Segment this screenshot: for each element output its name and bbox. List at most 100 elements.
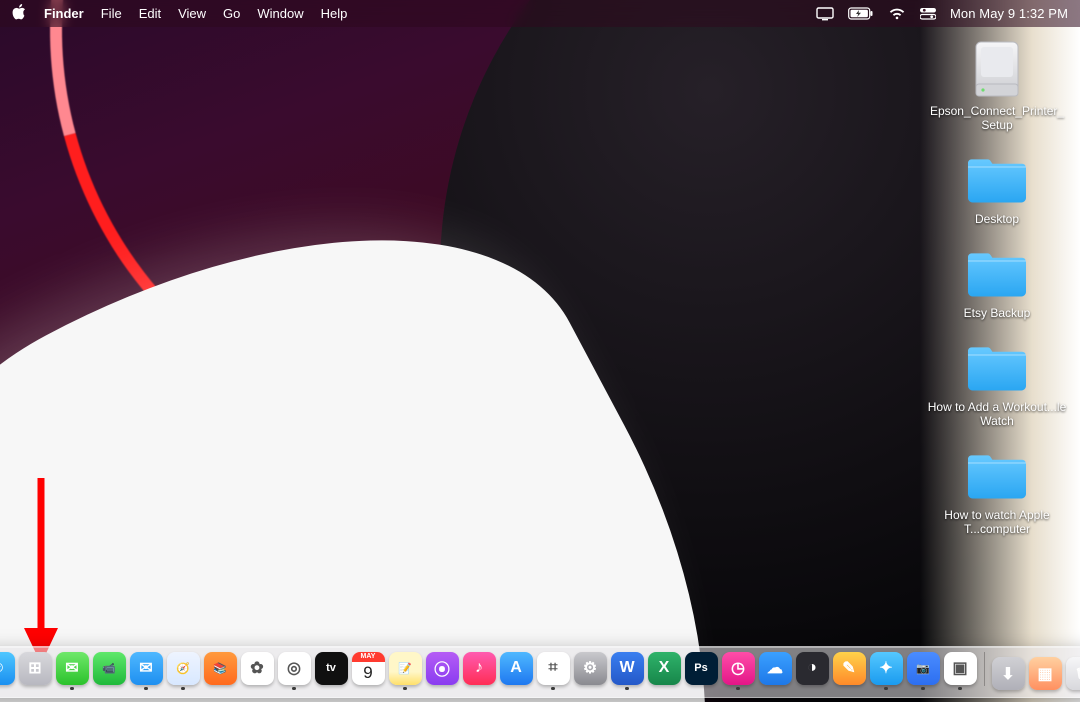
dock-app-photoshop[interactable]: Ps — [685, 652, 718, 691]
desktop-icons-area: Epson_Connect_Printer_Setup Desktop Etsy… — [922, 42, 1072, 536]
word-icon: W — [619, 659, 634, 677]
apple-menu[interactable] — [12, 4, 27, 23]
facetime-icon: 📹 — [102, 662, 116, 675]
dock-app-finder-window[interactable]: ▣ — [944, 652, 977, 691]
downloads-icon: ⬇ — [1001, 664, 1014, 684]
excel-icon: X — [659, 659, 670, 677]
photoshop-icon: Ps — [694, 662, 707, 674]
desktop-item-2[interactable]: Etsy Backup — [922, 244, 1072, 320]
battery-icon[interactable] — [848, 7, 874, 20]
wifi-icon[interactable] — [888, 7, 906, 20]
dock-app-messages[interactable]: ✉ — [56, 652, 89, 691]
podcasts-icon: ⦿ — [434, 656, 450, 680]
menubar-item-file[interactable]: File — [101, 6, 122, 21]
davinci-icon: ◑ — [807, 659, 817, 677]
running-indicator — [292, 687, 296, 691]
dock-app-safari[interactable]: 🧭 — [167, 652, 200, 691]
menubar-item-view[interactable]: View — [178, 6, 206, 21]
running-indicator — [403, 687, 407, 691]
dock-app-timeular[interactable]: ◷ — [722, 652, 755, 691]
desktop-item-label: Etsy Backup — [964, 306, 1031, 320]
appletv-icon: tv — [326, 662, 336, 674]
dock-app-appletv[interactable]: tv — [315, 652, 348, 691]
messages-icon: ✉ — [65, 658, 78, 678]
notes-icon: 📝 — [398, 662, 412, 675]
dock-app-excel[interactable]: X — [648, 652, 681, 691]
running-indicator — [70, 687, 74, 691]
calendar-icon: MAY 9 — [352, 652, 385, 685]
dock-app-zoom[interactable]: 📷 — [907, 652, 940, 691]
dock-app-appstore[interactable]: A — [500, 652, 533, 691]
display-mirror-icon[interactable] — [816, 7, 834, 21]
dock-app-word[interactable]: W — [611, 652, 644, 691]
folder-icon — [962, 338, 1032, 396]
desktop-item-3[interactable]: How to Add a Workout...le Watch — [922, 338, 1072, 428]
control-center-icon[interactable] — [920, 7, 936, 20]
dock-app-facetime[interactable]: 📹 — [93, 652, 126, 691]
running-indicator — [884, 687, 888, 691]
pixelmator-icon: ✎ — [842, 658, 855, 678]
mail-icon: ✉ — [139, 658, 152, 678]
desktop-item-label: Desktop — [975, 212, 1019, 226]
books-icon: 📚 — [213, 662, 227, 675]
chrome-icon: ◎ — [287, 658, 301, 678]
dock-app-safari-tp[interactable]: ✦ — [870, 652, 903, 691]
wallpaper — [0, 0, 1080, 702]
folder-icon — [962, 150, 1032, 208]
appstore-icon: A — [510, 659, 522, 677]
dock-app-downloads[interactable]: ⬇ — [992, 657, 1025, 690]
running-indicator — [551, 687, 555, 691]
dock-app-launchpad[interactable]: ⊞ — [19, 652, 52, 691]
running-indicator — [144, 687, 148, 691]
menubar-item-edit[interactable]: Edit — [139, 6, 161, 21]
dock-app-sysprefs[interactable]: ⚙ — [574, 652, 607, 691]
macos-desktop: Finder File Edit View Go Window Help Mon… — [0, 0, 1080, 702]
safari-icon: 🧭 — [176, 662, 190, 675]
desktop-item-label: How to Add a Workout...le Watch — [927, 400, 1067, 428]
photos-icon: ✿ — [250, 658, 263, 678]
running-indicator — [625, 687, 629, 691]
menubar-clock[interactable]: Mon May 9 1:32 PM — [950, 6, 1068, 21]
dock-app-music[interactable]: ♪ — [463, 652, 496, 691]
menu-bar: Finder File Edit View Go Window Help Mon… — [0, 0, 1080, 27]
dock-app-chrome[interactable]: ◎ — [278, 652, 311, 691]
running-indicator — [736, 687, 740, 691]
dock-app-trash[interactable]: 🗑 — [1066, 657, 1080, 690]
sysprefs-icon: ⚙ — [583, 658, 597, 678]
desktop-item-4[interactable]: How to watch Apple T...computer — [922, 446, 1072, 536]
music-icon: ♪ — [475, 659, 483, 677]
desktop-item-label: How to watch Apple T...computer — [927, 508, 1067, 536]
dock-app-mail[interactable]: ✉ — [130, 652, 163, 691]
dock-app-notes[interactable]: 📝 — [389, 652, 422, 691]
dock-app-slack[interactable]: ⌗ — [537, 652, 570, 691]
dock-app-pixelmator[interactable]: ✎ — [833, 652, 866, 691]
folder-icon — [962, 244, 1032, 302]
dock-separator — [984, 652, 985, 686]
desktop-item-1[interactable]: Desktop — [922, 150, 1072, 226]
dock: ☺ ⊞ ✉ 📹 ✉ 🧭 📚 ✿ ◎ tv MAY 9 📝 ⦿ ♪ A ⌗ ⚙ W… — [0, 646, 1080, 699]
zoom-icon: 📷 — [916, 662, 930, 675]
dock-app-books[interactable]: 📚 — [204, 652, 237, 691]
finder-icon: ☺ — [0, 659, 6, 677]
menubar-item-help[interactable]: Help — [321, 6, 348, 21]
desktop-stack-icon: ▦ — [1037, 664, 1052, 684]
dock-app-davinci[interactable]: ◑ — [796, 652, 829, 691]
running-indicator — [181, 687, 185, 691]
dock-app-finder[interactable]: ☺ — [0, 652, 15, 691]
dock-app-calendar[interactable]: MAY 9 — [352, 652, 385, 691]
trash-icon: 🗑 — [1075, 667, 1080, 680]
menubar-app-name[interactable]: Finder — [44, 6, 84, 21]
running-indicator — [921, 687, 925, 691]
annotation-arrow — [18, 478, 64, 664]
disk-icon — [962, 42, 1032, 100]
menubar-item-window[interactable]: Window — [257, 6, 303, 21]
dock-app-desktop-stack[interactable]: ▦ — [1029, 657, 1062, 690]
dock-app-photos[interactable]: ✿ — [241, 652, 274, 691]
desktop-item-label: Epson_Connect_Printer_Setup — [927, 104, 1067, 132]
dock-app-podcasts[interactable]: ⦿ — [426, 652, 459, 691]
finder-window-icon: ▣ — [952, 658, 967, 678]
dock-app-onedrive[interactable]: ☁ — [759, 652, 792, 691]
menubar-item-go[interactable]: Go — [223, 6, 240, 21]
desktop-item-0[interactable]: Epson_Connect_Printer_Setup — [922, 42, 1072, 132]
onedrive-icon: ☁ — [767, 658, 783, 678]
